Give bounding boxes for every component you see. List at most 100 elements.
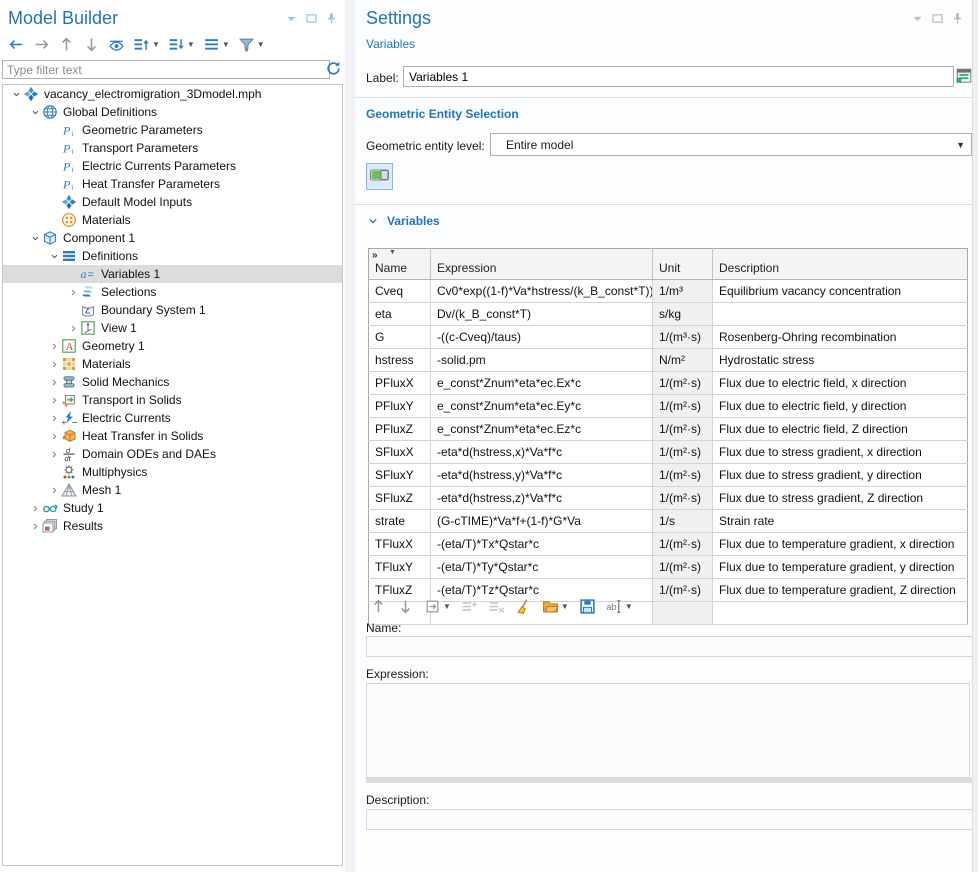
tree-item-selections[interactable]: Selections: [3, 283, 342, 301]
tree-item-vacancy-electromigration-3dmodel-mph[interactable]: vacancy_electromigration_3Dmodel.mph: [3, 85, 342, 103]
tree-item-geometry-1[interactable]: AGeometry 1: [3, 337, 342, 355]
dropdown-arrow-icon[interactable]: ▼: [222, 40, 230, 49]
active-toggle-button[interactable]: [366, 163, 393, 190]
sort-indicator-icon[interactable]: »: [372, 250, 377, 261]
var-unit-cell[interactable]: N/m²: [653, 349, 713, 372]
tree-item-definitions[interactable]: Definitions: [3, 247, 342, 265]
var-unit-cell[interactable]: 1/(m²·s): [653, 418, 713, 441]
var-description-cell[interactable]: Rosenberg-Ohring recombination: [713, 326, 968, 349]
column-header-expression[interactable]: Expression: [431, 249, 653, 280]
var-expression-cell[interactable]: (G-cTIME)*Va*f+(1-f)*G*Va: [431, 510, 653, 533]
tree-item-geometric-parameters[interactable]: PiGeometric Parameters: [3, 121, 342, 139]
tree-item-materials[interactable]: Materials: [3, 211, 342, 229]
var-name-cell[interactable]: Cveq: [369, 280, 431, 303]
tree-item-global-definitions[interactable]: Global Definitions: [3, 103, 342, 121]
var-name-cell[interactable]: SFluxY: [369, 464, 431, 487]
tree-chevron-collapsed-icon[interactable]: [47, 483, 61, 497]
var-name-cell[interactable]: TFluxY: [369, 556, 431, 579]
expression-input[interactable]: [366, 683, 970, 778]
toolbar-button-move-up[interactable]: [56, 34, 77, 55]
dropdown-arrow-icon[interactable]: ▼: [257, 40, 265, 49]
var-description-cell[interactable]: Flux due to temperature gradient, Z dire…: [713, 579, 968, 602]
var-description-cell[interactable]: Strain rate: [713, 510, 968, 533]
dropdown-arrow-icon[interactable]: ▼: [187, 40, 195, 49]
var-unit-cell[interactable]: s/kg: [653, 303, 713, 326]
filter-input[interactable]: [2, 60, 330, 79]
tree-item-heat-transfer-in-solids[interactable]: Heat Transfer in Solids: [3, 427, 342, 445]
tree-chevron-expanded-icon[interactable]: [47, 249, 61, 263]
tree-item-transport-in-solids[interactable]: Transport in Solids: [3, 391, 342, 409]
pin-icon[interactable]: [951, 12, 964, 25]
dropdown-arrow-icon[interactable]: ▼: [561, 602, 569, 611]
panel-menu-chevron-icon[interactable]: [911, 12, 924, 25]
tree-chevron-collapsed-icon[interactable]: [47, 375, 61, 389]
tree-chevron-expanded-icon[interactable]: [28, 231, 42, 245]
toolbar-button-show[interactable]: [106, 34, 127, 55]
var-expression-cell[interactable]: -(eta/T)*Tx*Qstar*c: [431, 533, 653, 556]
tree-item-study-1[interactable]: Study 1: [3, 499, 342, 517]
var-expression-cell[interactable]: -(eta/T)*Ty*Qstar*c: [431, 556, 653, 579]
float-window-icon[interactable]: [931, 12, 944, 25]
var-unit-cell[interactable]: 1/(m²·s): [653, 487, 713, 510]
var-expression-cell[interactable]: -((c-Cveq)/taus): [431, 326, 653, 349]
tree-chevron-collapsed-icon[interactable]: [28, 519, 42, 533]
var-description-cell[interactable]: Flux due to stress gradient, Z direction: [713, 487, 968, 510]
tree-item-domain-odes-and-daes[interactable]: ddtDomain ODEs and DAEs: [3, 445, 342, 463]
var-name-cell[interactable]: SFluxZ: [369, 487, 431, 510]
var-unit-cell[interactable]: 1/s: [653, 510, 713, 533]
label-input[interactable]: [403, 66, 954, 87]
tree-chevron-collapsed-icon[interactable]: [66, 321, 80, 335]
tree-item-electric-currents[interactable]: +−Electric Currents: [3, 409, 342, 427]
var-name-cell[interactable]: G: [369, 326, 431, 349]
tree-chevron-collapsed-icon[interactable]: [28, 501, 42, 515]
var-expression-cell[interactable]: -solid.pm: [431, 349, 653, 372]
tree-item-electric-currents-parameters[interactable]: PiElectric Currents Parameters: [3, 157, 342, 175]
tree-item-multiphysics[interactable]: Multiphysics: [3, 463, 342, 481]
var-unit-cell[interactable]: 1/(m²·s): [653, 395, 713, 418]
panel-menu-chevron-icon[interactable]: [285, 12, 298, 25]
toolbar-button-add-row[interactable]: [459, 596, 480, 617]
var-name-cell[interactable]: PFluxZ: [369, 418, 431, 441]
description-input[interactable]: [366, 809, 978, 830]
toolbar-button-load-file[interactable]: ▼: [540, 596, 571, 617]
var-description-cell[interactable]: Flux due to temperature gradient, x dire…: [713, 533, 968, 556]
column-header-description[interactable]: Description: [713, 249, 968, 280]
tree-item-transport-parameters[interactable]: PiTransport Parameters: [3, 139, 342, 157]
toolbar-button-save-file[interactable]: [577, 596, 598, 617]
tree-item-component-1[interactable]: Component 1: [3, 229, 342, 247]
toolbar-button-move-down[interactable]: [81, 34, 102, 55]
tree-item-heat-transfer-parameters[interactable]: PiHeat Transfer Parameters: [3, 175, 342, 193]
var-expression-cell[interactable]: -eta*d(hstress,y)*Va*f*c: [431, 464, 653, 487]
var-name-cell[interactable]: PFluxX: [369, 372, 431, 395]
tree-chevron-expanded-icon[interactable]: [28, 105, 42, 119]
var-description-cell[interactable]: Flux due to electric field, y direction: [713, 395, 968, 418]
tree-chevron-collapsed-icon[interactable]: [47, 447, 61, 461]
var-expression-cell[interactable]: Dv/(k_B_const*T): [431, 303, 653, 326]
var-description-cell[interactable]: Flux due to temperature gradient, y dire…: [713, 556, 968, 579]
tree-item-results[interactable]: Results: [3, 517, 342, 535]
toolbar-button-forward-arrow[interactable]: [31, 34, 52, 55]
var-expression-cell[interactable]: e_const*Znum*eta*ec.Ey*c: [431, 395, 653, 418]
tree-chevron-collapsed-icon[interactable]: [47, 339, 61, 353]
var-description-cell[interactable]: Flux due to stress gradient, y direction: [713, 464, 968, 487]
tree-item-mesh-1[interactable]: Mesh 1: [3, 481, 342, 499]
toolbar-button-move-to-table[interactable]: ▼: [422, 596, 453, 617]
var-name-cell[interactable]: TFluxX: [369, 533, 431, 556]
var-description-cell[interactable]: [713, 303, 968, 326]
var-name-cell[interactable]: PFluxY: [369, 395, 431, 418]
var-description-cell[interactable]: Hydrostatic stress: [713, 349, 968, 372]
var-name-cell[interactable]: eta: [369, 303, 431, 326]
toolbar-button-delete-row[interactable]: [486, 596, 507, 617]
refresh-icon[interactable]: [325, 60, 342, 77]
expression-scrollbar[interactable]: [366, 778, 972, 783]
toolbar-button-filter[interactable]: ▼: [236, 34, 267, 55]
toolbar-button-clear-table[interactable]: [513, 596, 534, 617]
column-header-name[interactable]: »▼Name: [369, 249, 431, 280]
toolbar-button-move-up[interactable]: [368, 596, 389, 617]
var-unit-cell[interactable]: 1/(m²·s): [653, 464, 713, 487]
var-expression-cell[interactable]: Cv0*exp((1-f)*Va*hstress/(k_B_const*T)): [431, 280, 653, 303]
section-collapse-chevron-icon[interactable]: [366, 214, 380, 228]
toolbar-button-back-arrow[interactable]: [6, 34, 27, 55]
toolbar-button-collapse-all[interactable]: ▼: [166, 34, 197, 55]
tree-item-materials[interactable]: Materials: [3, 355, 342, 373]
